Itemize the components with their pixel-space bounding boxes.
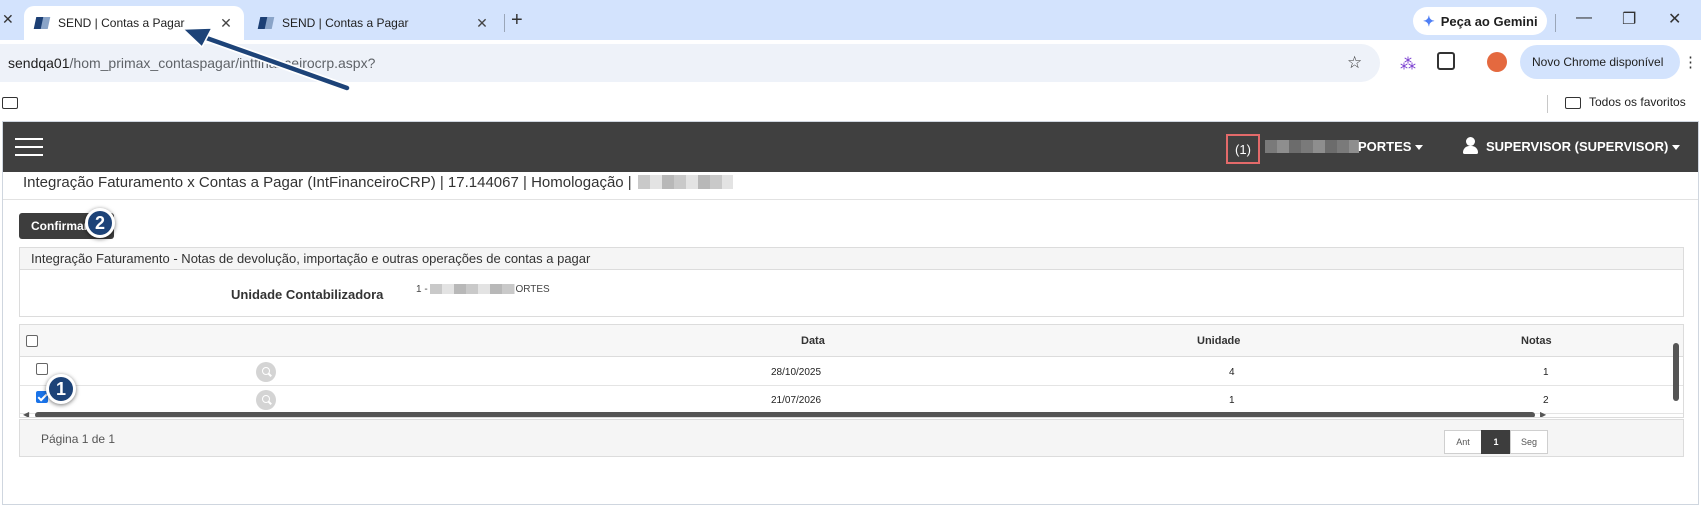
field-value-unidade: 1 - ORTES [416,284,550,295]
field-label-unidade: Unidade Contabilizadora [231,287,384,302]
url-path: /hom_primax_contaspagar/intfinanceirocrp… [69,55,376,71]
redacted-company-name [1265,140,1359,153]
pagination-bar: Página 1 de 1 Ant 1 Seg [19,419,1684,457]
horizontal-scrollbar[interactable]: ◀ ▶ [20,410,1683,417]
gemini-label: Peça ao Gemini [1440,13,1538,29]
extensions-puzzle-icon[interactable] [1437,52,1455,70]
extension-icon[interactable]: ⁂ [1400,54,1416,74]
gemini-spark-icon: ✦ [1423,12,1435,29]
caret-down-icon [1672,145,1681,151]
cell-notas: 1 [1543,367,1549,378]
filter-panel: Integração Faturamento - Notas de devolu… [19,247,1684,317]
close-icon[interactable]: ✕ [2,11,14,28]
close-icon[interactable]: ✕ [216,15,236,32]
bookmark-star-icon[interactable]: ☆ [1347,53,1362,73]
company-count: (1) [1226,134,1260,164]
next-page-button[interactable]: Seg [1510,430,1548,454]
redacted-environment [637,175,733,189]
current-page-button[interactable]: 1 [1481,430,1511,454]
caret-down-icon [1415,145,1424,151]
prev-page-button[interactable]: Ant [1444,430,1482,454]
url-host: sendqa01 [8,55,70,71]
chrome-update-button[interactable]: Novo Chrome disponível [1520,45,1680,79]
url-text[interactable]: sendqa01/hom_primax_contaspagar/intfinan… [8,55,375,71]
scrollbar-thumb[interactable] [1673,343,1679,401]
address-bar[interactable]: sendqa01/hom_primax_contaspagar/intfinan… [0,44,1380,82]
divider [3,199,1698,200]
scroll-left-icon[interactable]: ◀ [23,410,29,417]
top-navbar: (1) PORTES SUPERVISOR (SUPERVISOR) [3,122,1698,172]
folder-icon[interactable] [2,97,18,109]
browser-toolbar: sendqa01/hom_primax_contaspagar/intfinan… [0,40,1701,86]
step-badge-2: 2 [85,208,115,238]
field-value-suffix: ORTES [515,284,550,295]
cell-unidade: 1 [1229,395,1235,406]
more-menu-icon[interactable]: ⋮ [1683,53,1698,71]
vertical-scrollbar[interactable] [1672,337,1680,407]
row-checkbox[interactable] [36,363,48,375]
user-name: SUPERVISOR (SUPERVISOR) [1486,139,1669,154]
cell-data: 28/10/2025 [771,367,822,378]
send-favicon-icon [258,15,274,31]
divider [1547,95,1548,113]
cell-notas: 2 [1543,395,1549,406]
gemini-button[interactable]: ✦ Peça ao Gemini [1413,7,1547,35]
cell-data: 21/07/2026 [771,395,822,406]
page-title: Integração Faturamento x Contas a Pagar … [23,169,733,195]
minimize-icon[interactable]: — [1576,9,1592,27]
field-value-prefix: 1 - [416,284,428,295]
redacted-unit-name [430,284,516,295]
step-badge-1: 1 [46,374,76,404]
user-icon [1463,137,1479,155]
table-row: 28/10/2025 4 1 [20,358,1683,386]
scroll-right-icon[interactable]: ▶ [1540,410,1546,417]
plus-icon[interactable]: + [511,9,523,32]
page-title-text: Integração Faturamento x Contas a Pagar … [23,173,632,191]
cell-unidade: 4 [1229,367,1235,378]
grid-header: Data Unidade Notas [20,325,1683,357]
search-icon[interactable] [256,390,276,410]
tab-title: SEND | Contas a Pagar [58,16,185,30]
select-all-checkbox[interactable] [26,335,38,347]
tab-title: SEND | Contas a Pagar [282,16,409,30]
company-name: PORTES [1358,139,1412,154]
column-header-data[interactable]: Data [801,335,825,347]
folder-icon [1565,97,1581,109]
all-bookmarks-link[interactable]: Todos os favoritos [1589,95,1686,109]
close-icon[interactable]: ✕ [472,15,492,32]
column-header-unidade[interactable]: Unidade [1197,335,1240,347]
tab-send-contas-a-pagar-active[interactable]: SEND | Contas a Pagar ✕ [24,6,244,40]
bookmarks-bar: Todos os favoritos [0,86,1701,120]
restore-icon[interactable]: ❐ [1622,9,1636,29]
tab-send-contas-a-pagar[interactable]: SEND | Contas a Pagar ✕ [248,6,500,40]
table-row: 21/07/2026 1 2 [20,386,1683,414]
browser-tab-strip: ✕ SEND | Contas a Pagar ✕ SEND | Contas … [0,0,1701,40]
company-selector[interactable]: PORTES [1358,139,1424,154]
tab-separator [504,14,505,32]
results-grid: Data Unidade Notas 28/10/2025 4 1 21/07/… [19,324,1684,418]
user-menu[interactable]: SUPERVISOR (SUPERVISOR) [1486,139,1681,154]
app-window: (1) PORTES SUPERVISOR (SUPERVISOR) Integ… [2,121,1699,505]
panel-heading: Integração Faturamento - Notas de devolu… [20,248,1683,270]
page-info: Página 1 de 1 [41,432,116,446]
column-header-notas[interactable]: Notas [1521,335,1552,347]
divider [1555,14,1556,32]
close-window-icon[interactable]: ✕ [1668,9,1681,29]
search-icon[interactable] [256,362,276,382]
scrollbar-thumb[interactable] [35,412,1535,417]
hamburger-menu-icon[interactable] [15,138,43,156]
profile-avatar-icon[interactable] [1487,52,1507,72]
send-favicon-icon [34,15,50,31]
